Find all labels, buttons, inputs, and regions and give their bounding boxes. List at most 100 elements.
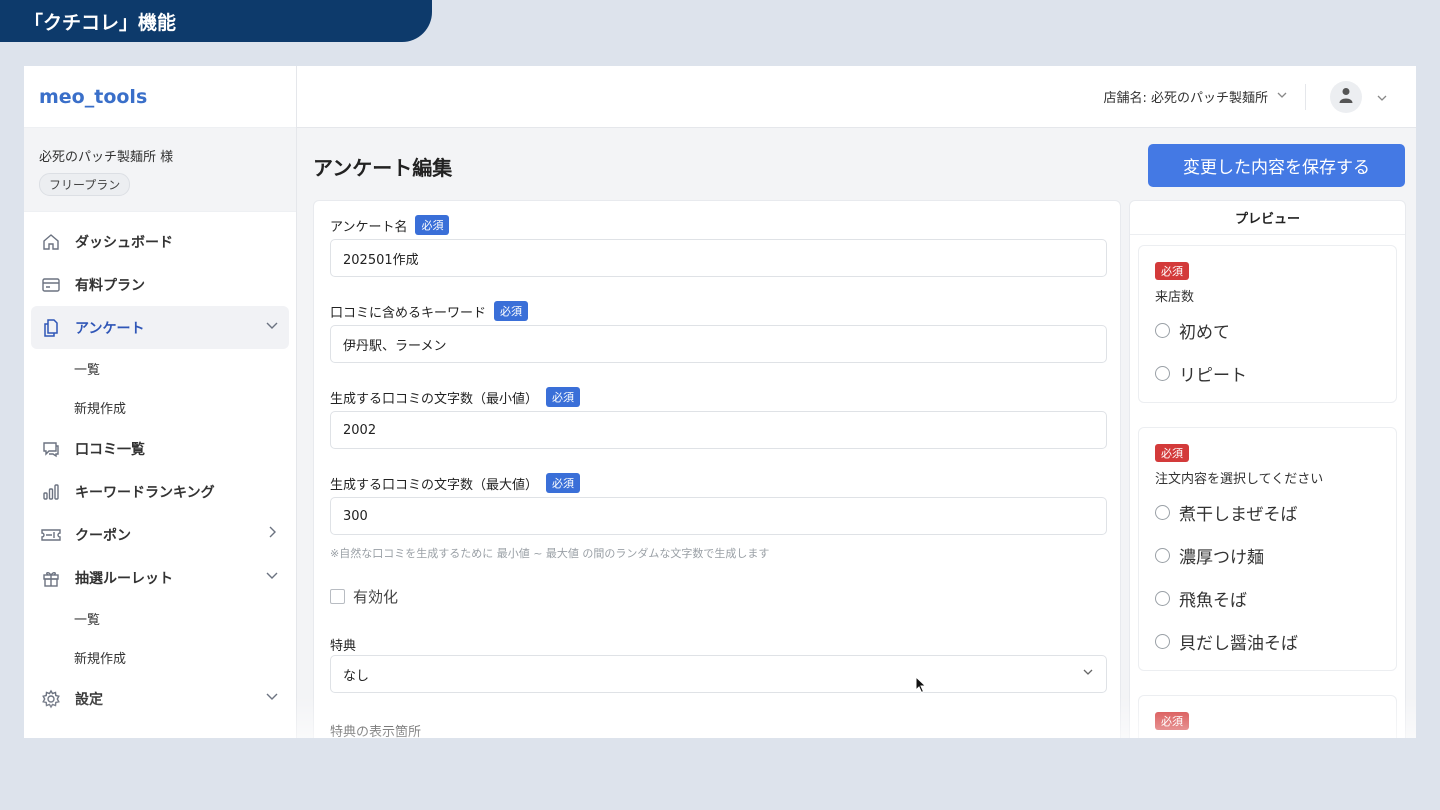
sidebar-item-lottery-roulette[interactable]: 抽選ルーレット [31, 556, 289, 599]
app-window: meo_tools 必死のパッチ製麺所 様 フリープラン ダッシュボード 有料プ… [24, 66, 1416, 738]
chevron-down-icon [1082, 666, 1094, 682]
preview-option-label: 煮干しまぜそば [1179, 505, 1298, 525]
radio-button[interactable] [1155, 548, 1170, 563]
sidebar-item-keyword-ranking[interactable]: キーワードランキング [31, 470, 289, 513]
radio-button[interactable] [1155, 366, 1170, 381]
sidebar-item-settings[interactable]: 設定 [31, 677, 289, 720]
survey-form: アンケート名 必須 202501作成 口コミに含めるキーワード 必須 伊丹駅、ラ… [313, 200, 1121, 738]
preview-question-card: 必須 注文内容を選択してください 煮干しまぜそば 濃厚つけ麺 飛魚そば 貝だし醤… [1138, 427, 1397, 671]
brand-logo[interactable]: meo_tools [24, 66, 296, 128]
field-label-text: 生成する口コミの文字数（最大値） [330, 477, 539, 493]
preview-option-label: 貝だし醤油そば [1179, 634, 1298, 654]
survey-name-input[interactable]: 202501作成 [330, 239, 1107, 277]
preview-question-card: 必須 来店数 初めて リピート [1138, 245, 1397, 403]
preview-option-label: 濃厚つけ麺 [1179, 548, 1264, 568]
keywords-input[interactable]: 伊丹駅、ラーメン [330, 325, 1107, 363]
gear-icon [39, 687, 63, 711]
topbar: 店舗名: 必死のパッチ製麺所 [297, 66, 1416, 128]
sidebar-item-label: クーポン [75, 527, 131, 544]
account-name: 必死のパッチ製麺所 様 [39, 150, 174, 165]
preview-panel: プレビュー 必須 来店数 初めて リピート 必須 注文内容を選択してください 煮… [1129, 200, 1406, 738]
preview-question-label: 来店数 [1155, 290, 1195, 305]
keywords-label: 口コミに含めるキーワード 必須 [330, 301, 529, 321]
char-count-hint: ※自然な口コミを生成するために 最小値 ~ 最大値 の間のランダムな文字数で生成… [330, 547, 770, 560]
chevron-right-icon[interactable] [265, 525, 279, 543]
preview-option-label: リピート [1179, 366, 1247, 386]
min-chars-label: 生成する口コミの文字数（最小値） 必須 [330, 387, 581, 407]
required-badge: 必須 [415, 215, 450, 235]
sidebar-item-label: 抽選ルーレット [75, 570, 173, 587]
field-label-text: 口コミに含めるキーワード [330, 305, 487, 321]
sidebar-item-paid-plan[interactable]: 有料プラン [31, 263, 289, 306]
enable-checkbox-label: 有効化 [353, 588, 399, 606]
preview-option[interactable]: 飛魚そば [1155, 586, 1247, 611]
sidebar-item-label: アンケート [75, 320, 145, 337]
required-badge: 必須 [1155, 444, 1189, 462]
sidebar-item-dashboard[interactable]: ダッシュボード [31, 220, 289, 263]
benefit-location-label: 特典の表示箇所 [330, 721, 421, 738]
plan-badge: フリープラン [39, 173, 131, 196]
sidebar-subitem-roulette-list[interactable]: 一覧 [24, 599, 296, 638]
max-chars-label: 生成する口コミの文字数（最大値） 必須 [330, 473, 581, 493]
document-icon [39, 316, 63, 340]
slide-banner: 「クチコレ」機能 [0, 0, 432, 42]
required-badge: 必須 [546, 387, 581, 407]
sidebar-item-label: ダッシュボード [75, 234, 173, 251]
ticket-icon [39, 523, 63, 547]
preview-option[interactable]: 貝だし醤油そば [1155, 629, 1298, 654]
page-title: アンケート編集 [313, 156, 453, 180]
sidebar-subitem-roulette-new[interactable]: 新規作成 [24, 638, 296, 677]
sidebar-item-label: キーワードランキング [75, 484, 215, 501]
account-panel: 必死のパッチ製麺所 様 フリープラン [24, 128, 296, 212]
field-label-text: 生成する口コミの文字数（最小値） [330, 391, 539, 407]
store-selector[interactable]: 店舗名: 必死のパッチ製麺所 [1103, 87, 1288, 106]
required-badge: 必須 [494, 301, 529, 321]
mouse-cursor-icon [915, 675, 927, 698]
benefit-select-value: なし [343, 668, 370, 684]
sidebar-item-coupon[interactable]: クーポン [31, 513, 289, 556]
sidebar: meo_tools 必死のパッチ製麺所 様 フリープラン ダッシュボード 有料プ… [24, 66, 297, 738]
preview-option[interactable]: 濃厚つけ麺 [1155, 543, 1264, 568]
sidebar-subitem-survey-new[interactable]: 新規作成 [24, 388, 296, 427]
preview-title: プレビュー [1130, 201, 1405, 235]
chat-icon [39, 437, 63, 461]
preview-question-label: 注文内容を選択してください [1155, 472, 1324, 487]
sidebar-nav: ダッシュボード 有料プラン アンケート 一覧 新規作成 口コミ一覧 キーワードラ… [24, 212, 296, 720]
required-badge: 必須 [1155, 262, 1189, 280]
chevron-down-icon[interactable] [265, 318, 279, 336]
bar-chart-icon [39, 480, 63, 504]
enable-checkbox[interactable] [330, 589, 345, 604]
chevron-down-icon[interactable] [265, 689, 279, 707]
radio-button[interactable] [1155, 634, 1170, 649]
field-label-text: 特典の表示箇所 [330, 725, 422, 738]
gift-icon [39, 566, 63, 590]
preview-question-card: 必須 [1138, 695, 1397, 738]
preview-option-label: 初めて [1179, 323, 1230, 343]
avatar[interactable] [1330, 81, 1362, 113]
sidebar-item-label: 設定 [75, 691, 103, 708]
chevron-down-icon[interactable] [265, 568, 279, 586]
slide-banner-title: 「クチコレ」機能 [24, 11, 177, 34]
enable-checkbox-row[interactable]: 有効化 [330, 586, 398, 607]
save-button[interactable]: 変更した内容を保存する [1148, 144, 1405, 187]
store-selector-label: 店舗名: 必死のパッチ製麺所 [1103, 91, 1268, 106]
radio-button[interactable] [1155, 323, 1170, 338]
home-icon [39, 230, 63, 254]
radio-button[interactable] [1155, 505, 1170, 520]
sidebar-subitem-survey-list[interactable]: 一覧 [24, 349, 296, 388]
max-chars-input[interactable]: 300 [330, 497, 1107, 535]
sidebar-item-label: 口コミ一覧 [75, 441, 145, 458]
sidebar-item-label: 有料プラン [75, 277, 145, 294]
radio-button[interactable] [1155, 591, 1170, 606]
preview-option[interactable]: 初めて [1155, 318, 1230, 343]
preview-option-label: 飛魚そば [1179, 591, 1247, 611]
chevron-down-icon[interactable] [1376, 89, 1388, 108]
min-chars-input[interactable]: 2002 [330, 411, 1107, 449]
preview-option[interactable]: 煮干しまぜそば [1155, 500, 1298, 525]
sidebar-item-reviews[interactable]: 口コミ一覧 [31, 427, 289, 470]
preview-option[interactable]: リピート [1155, 361, 1247, 386]
benefit-select[interactable]: なし [330, 655, 1107, 693]
user-icon [1339, 87, 1353, 107]
sidebar-item-survey[interactable]: アンケート [31, 306, 289, 349]
required-badge: 必須 [1155, 712, 1189, 730]
